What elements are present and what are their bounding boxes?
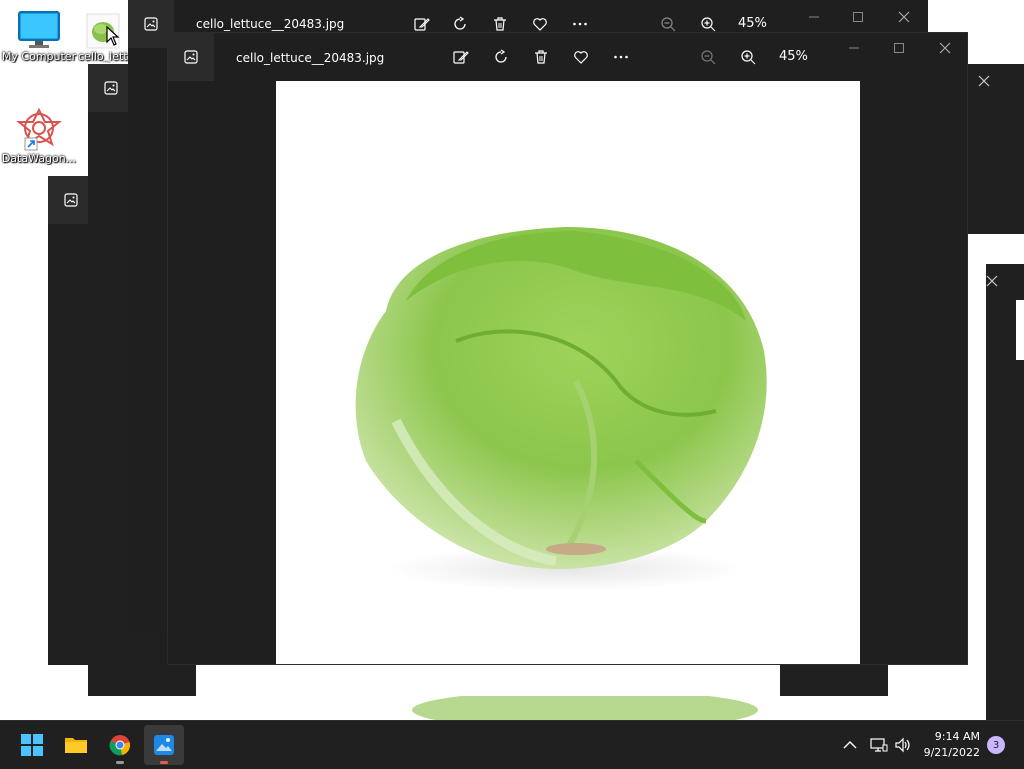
favorite-button[interactable] (530, 14, 550, 34)
image-canvas[interactable] (276, 81, 860, 664)
partial-zoom-text: 48 (1016, 332, 1024, 345)
maximize-button[interactable] (844, 3, 872, 31)
delete-button[interactable] (531, 47, 551, 67)
volume-icon (895, 737, 910, 753)
zoom-out-button[interactable] (658, 14, 678, 34)
close-icon (986, 275, 998, 287)
edit-button[interactable] (412, 14, 432, 34)
zoom-out-icon (701, 50, 716, 65)
delete-icon (494, 17, 506, 31)
chevron-up-icon (843, 741, 857, 749)
minimize-icon (809, 16, 819, 18)
edit-icon (414, 18, 430, 31)
zoom-in-button[interactable] (738, 47, 758, 67)
zoom-in-button[interactable] (698, 14, 718, 34)
start-button[interactable] (12, 725, 52, 765)
zoom-out-icon (661, 17, 676, 32)
partial-window-strip (1016, 300, 1024, 360)
desktop-icon-lettuce-file[interactable]: cello_lett... (78, 10, 128, 63)
file-explorer-button[interactable] (56, 725, 96, 765)
maximize-icon (894, 43, 904, 53)
mouse-cursor-icon (106, 26, 120, 46)
window-title: cello_lettuce__20483.jpg (196, 17, 345, 31)
lettuce-reflection (294, 696, 878, 720)
lettuce-image (355, 227, 767, 591)
datawagon-shortcut-icon (16, 107, 62, 151)
clock-date: 9/21/2022 (923, 746, 980, 759)
image-icon (144, 17, 158, 31)
close-button[interactable] (970, 67, 998, 95)
photo-window-main[interactable]: cello_lettuce__20483.jpg 45% (167, 32, 968, 665)
minimize-button[interactable] (800, 3, 828, 31)
close-button[interactable] (890, 3, 918, 31)
zoom-level: 45% (779, 49, 808, 64)
maximize-button[interactable] (885, 34, 913, 62)
rotate-button[interactable] (450, 14, 470, 34)
notification-badge[interactable]: 3 (987, 736, 1005, 754)
desktop-icon-label: cello_lett... (78, 50, 128, 63)
close-button[interactable] (931, 34, 959, 62)
minimize-button[interactable] (840, 34, 868, 62)
close-button[interactable] (986, 267, 1006, 295)
edit-icon (453, 51, 469, 64)
zoom-out-button[interactable] (698, 47, 718, 67)
delete-button[interactable] (490, 14, 510, 34)
favorite-button[interactable] (571, 47, 591, 67)
clock-time: 9:14 AM (934, 730, 980, 743)
photos-button[interactable] (144, 725, 184, 765)
monitor-icon (18, 11, 60, 48)
edit-button[interactable] (451, 47, 471, 67)
desktop-icon-datawagon[interactable]: DataWagon... (0, 106, 78, 165)
windows-start-icon (21, 734, 43, 756)
desktop-icon-label: DataWagon... (1, 152, 77, 165)
image-icon (64, 193, 78, 207)
favorite-icon (533, 18, 547, 31)
more-button[interactable] (611, 47, 631, 67)
delete-icon (535, 50, 547, 64)
zoom-level: 45% (738, 16, 767, 31)
rotate-icon (454, 16, 466, 30)
rotate-button[interactable] (491, 47, 511, 67)
close-icon (939, 42, 951, 54)
chrome-button[interactable] (100, 725, 140, 765)
title-bar: cello_lettuce__20483.jpg 45% (168, 33, 967, 81)
image-icon (104, 81, 118, 95)
zoom-in-icon (701, 17, 716, 32)
photo-window-back-1[interactable]: 48 (986, 264, 1024, 720)
close-icon (978, 75, 990, 87)
close-icon (898, 11, 910, 23)
more-icon (573, 22, 587, 26)
system-clock[interactable]: 9:14 AM 9/21/2022 (924, 729, 980, 761)
running-indicator (160, 761, 168, 764)
chrome-icon (109, 735, 131, 756)
more-icon (614, 55, 628, 59)
taskbar: 9:14 AM 9/21/2022 3 (0, 720, 1024, 769)
more-button[interactable] (570, 14, 590, 34)
volume-button[interactable] (886, 725, 920, 765)
desktop-icon-my-computer[interactable]: My Computer (0, 10, 78, 63)
favorite-icon (574, 51, 588, 64)
image-icon (184, 50, 198, 64)
zoom-in-icon (741, 50, 756, 65)
photos-icon (154, 735, 174, 755)
window-title: cello_lettuce__20483.jpg (236, 51, 385, 65)
photos-app-icon (168, 33, 214, 81)
minimize-icon (849, 47, 859, 49)
rotate-icon (495, 49, 507, 63)
maximize-icon (853, 12, 863, 22)
running-indicator (116, 761, 124, 764)
file-explorer-icon (65, 738, 87, 753)
desktop-icon-label: My Computer (1, 50, 77, 63)
